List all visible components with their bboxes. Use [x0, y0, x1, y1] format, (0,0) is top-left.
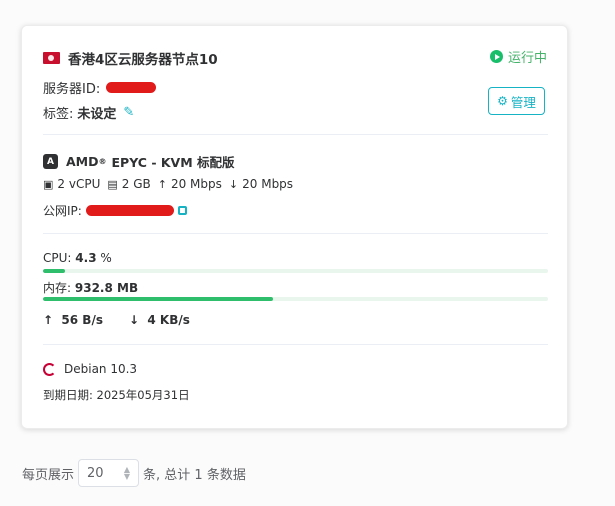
memory-usage-value: 932.8 MB	[74, 281, 139, 295]
pagination: 每页展示 20 ▲ ▼ 条, 总计 1 条数据	[22, 459, 246, 487]
cpu-brand: AMD	[66, 154, 99, 169]
net-down: ↓ 4 KB/s	[128, 313, 190, 327]
amd-logo-icon: A	[43, 154, 58, 169]
net-up-value: 56 B/s	[61, 313, 103, 327]
play-circle-icon	[489, 50, 503, 63]
stepper-arrows-icon: ▲ ▼	[123, 465, 131, 481]
manage-label: 管理	[510, 94, 536, 110]
manage-button[interactable]: ⚙ 管理	[488, 87, 545, 115]
memory-usage-title: 内存:	[43, 281, 72, 295]
divider-2	[43, 233, 548, 234]
memory-value: 2 GB	[121, 177, 151, 191]
edit-icon[interactable]: ✎	[123, 105, 134, 120]
upload-arrow-icon: ↑	[157, 177, 167, 191]
expire-date: 2025年05月31日	[96, 388, 190, 402]
status-text: 运行中	[507, 51, 547, 66]
page-size-suffix: 条, 总计 1 条数据	[143, 467, 246, 483]
cpu-model-row: A AMD ® EPYC - KVM 标配版	[43, 152, 235, 171]
status-badge: 运行中	[489, 47, 547, 66]
tag-row: 标签: 未设定 ✎	[43, 103, 134, 122]
page: 香港4区云服务器节点10 运行中 服务器ID: 标签: 未设定 ✎ ⚙ 管理 A…	[0, 0, 615, 506]
spec-row: ▣ 2 vCPU ▤ 2 GB ↑ 20 Mbps ↓ 20 Mbps	[43, 177, 293, 191]
tag-label: 标签:	[43, 107, 74, 122]
cpu-model: EPYC - KVM 标配版	[111, 155, 235, 170]
download-bandwidth: 20 Mbps	[242, 177, 294, 191]
download-arrow-icon: ↓	[228, 177, 239, 191]
net-down-value: 4 KB/s	[147, 313, 190, 327]
expire-label: 到期日期:	[43, 388, 93, 402]
divider-1	[43, 134, 548, 135]
hong-kong-flag-icon	[43, 52, 60, 64]
cpu-usage-bar	[43, 269, 548, 273]
os-name: Debian 10.3	[64, 362, 138, 376]
redacted-server-id	[106, 82, 157, 93]
cpu-usage-label: CPU: 4.3 %	[43, 251, 112, 265]
expire-row: 到期日期: 2025年05月31日	[43, 387, 190, 403]
server-id-row: 服务器ID:	[43, 78, 157, 97]
redacted-ip	[85, 205, 174, 216]
page-size-prefix: 每页展示	[22, 467, 75, 483]
cpu-usage-fill	[43, 269, 65, 273]
server-name: 香港4区云服务器节点10	[68, 52, 218, 68]
page-size-value: 20	[87, 465, 104, 481]
cpu-usage-title: CPU:	[43, 251, 72, 265]
cpu-reg: ®	[98, 157, 107, 166]
divider-3	[43, 344, 548, 345]
memory-usage-fill	[43, 297, 273, 301]
server-card: 香港4区云服务器节点10 运行中 服务器ID: 标签: 未设定 ✎ ⚙ 管理 A…	[21, 25, 568, 429]
debian-logo-icon	[43, 362, 56, 376]
chip-icon: ▣	[43, 177, 54, 191]
gear-icon: ⚙	[497, 94, 508, 108]
network-traffic-row: ↑ 56 B/s ↓ 4 KB/s	[43, 313, 216, 327]
server-title: 香港4区云服务器节点10	[43, 48, 218, 68]
copy-icon[interactable]	[177, 206, 187, 215]
tag-value: 未设定	[77, 107, 117, 122]
upload-bandwidth: 20 Mbps	[170, 177, 222, 191]
page-size-select[interactable]: 20 ▲ ▼	[78, 459, 140, 487]
cpu-usage-value: 4.3	[75, 251, 97, 265]
os-row: Debian 10.3	[43, 362, 137, 376]
memory-usage-label: 内存: 932.8 MB	[43, 279, 138, 296]
public-ip-row: 公网IP:	[43, 202, 187, 219]
server-id-label: 服务器ID:	[43, 82, 101, 97]
memory-usage-bar	[43, 297, 548, 301]
net-up: ↑ 56 B/s	[43, 313, 103, 327]
vcpu-value: 2 vCPU	[57, 177, 101, 191]
memory-icon: ▤	[107, 177, 118, 191]
cpu-usage-unit: %	[100, 251, 112, 265]
public-ip-label: 公网IP:	[43, 204, 82, 218]
